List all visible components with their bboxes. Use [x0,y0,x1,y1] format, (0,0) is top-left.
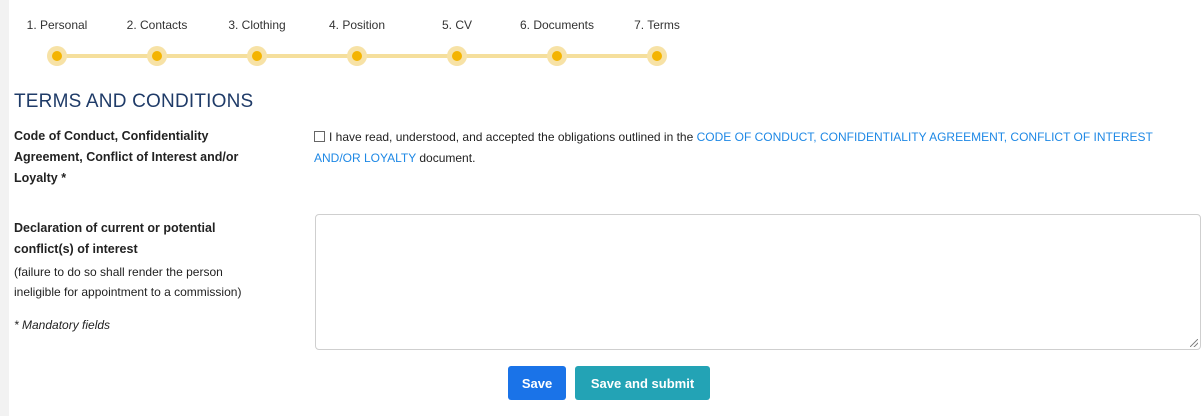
declaration-note: (failure to do so shall render the perso… [14,262,241,302]
step-dot-documents[interactable] [547,46,567,66]
code-of-conduct-label-line: Loyalty * [14,171,67,185]
declaration-note-line: ineligible for appointment to a commissi… [14,285,242,299]
step-dot-cv[interactable] [447,46,467,66]
code-of-conduct-checkbox[interactable] [314,131,325,142]
declaration-textarea[interactable] [315,214,1201,350]
declaration-label-line: conflict(s) of interest [14,242,138,256]
step-label-cv[interactable]: 5. CV [442,18,472,32]
step-label-personal[interactable]: 1. Personal [27,18,88,32]
step-dot-clothing[interactable] [247,46,267,66]
mandatory-fields-note: * Mandatory fields [14,318,111,332]
save-button[interactable]: Save [508,366,566,400]
step-dot-terms[interactable] [647,46,667,66]
code-of-conduct-checkbox-row: I have read, understood, and accepted th… [314,127,1194,169]
code-of-conduct-label: Code of Conduct, Confidentiality Agreeme… [14,126,238,189]
step-label-documents[interactable]: 6. Documents [520,18,594,32]
checkbox-text-before: I have read, understood, and accepted th… [329,130,697,144]
declaration-note-line: (failure to do so shall render the perso… [14,265,223,279]
step-label-position[interactable]: 4. Position [329,18,385,32]
save-and-submit-button[interactable]: Save and submit [575,366,710,400]
declaration-label: Declaration of current or potential conf… [14,218,215,260]
step-label-clothing[interactable]: 3. Clothing [228,18,285,32]
progress-stepper: 1. Personal 2. Contacts 3. Clothing 4. P… [0,0,700,80]
code-of-conduct-label-line: Code of Conduct, Confidentiality [14,129,209,143]
declaration-label-line: Declaration of current or potential [14,221,216,235]
textarea-resize-handle[interactable] [1190,339,1198,347]
step-label-contacts[interactable]: 2. Contacts [127,18,188,32]
checkbox-text-after: document. [416,151,476,165]
step-dot-position[interactable] [347,46,367,66]
step-dot-personal[interactable] [47,46,67,66]
section-title: TERMS AND CONDITIONS [14,91,254,112]
step-dot-contacts[interactable] [147,46,167,66]
step-label-terms[interactable]: 7. Terms [634,18,680,32]
code-of-conduct-label-line: Agreement, Conflict of Interest and/or [14,150,239,164]
